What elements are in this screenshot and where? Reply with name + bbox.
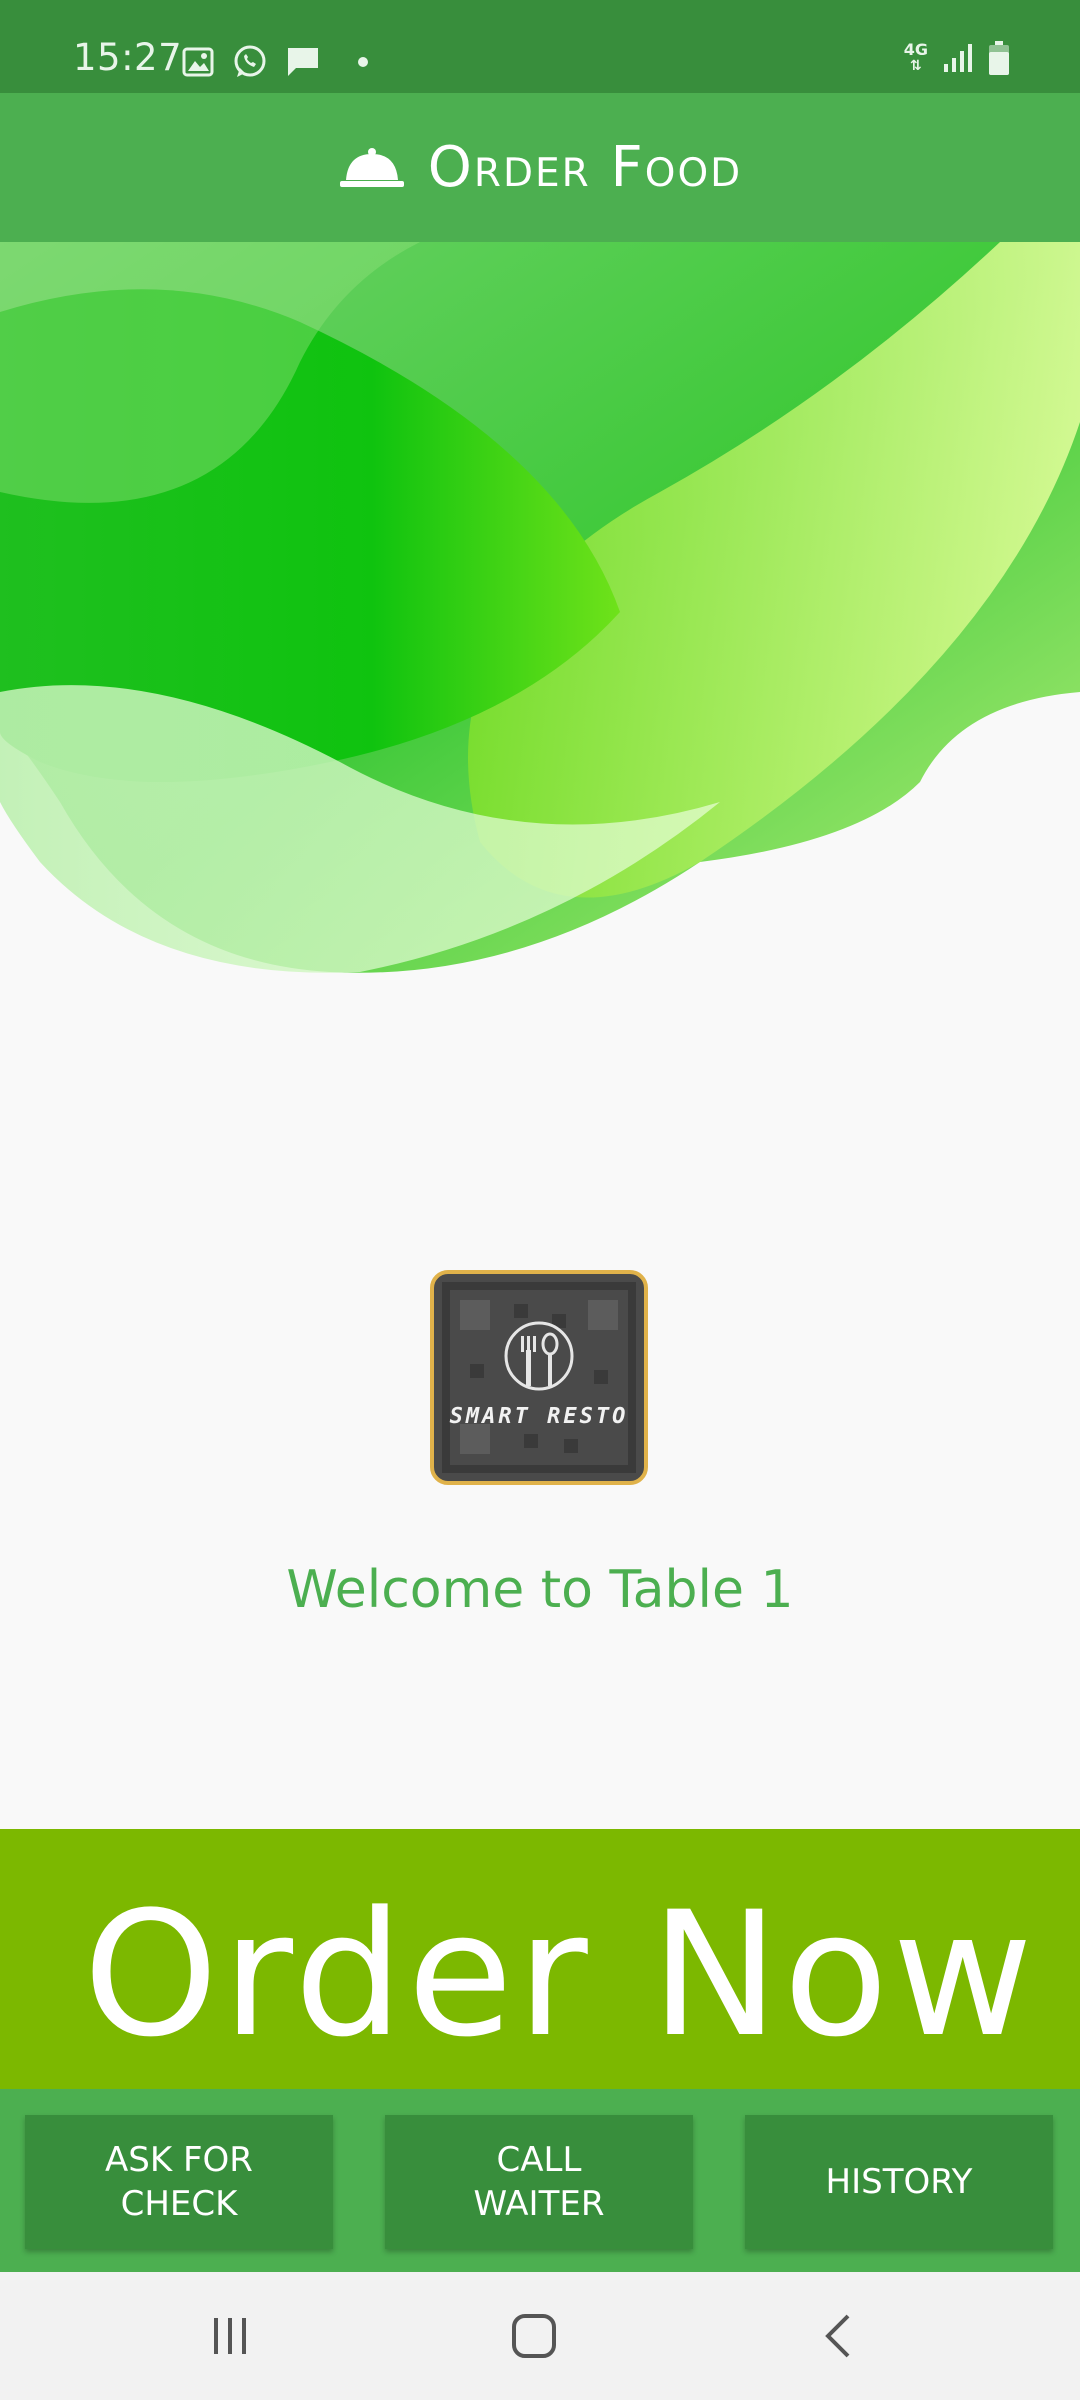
whatsapp-icon — [234, 45, 266, 77]
cloche-icon — [339, 147, 404, 187]
qr-pattern — [442, 1282, 636, 1473]
dot-icon — [358, 57, 368, 67]
system-icons: 4G ⇅ — [904, 40, 1010, 76]
hero-graphic — [0, 242, 1080, 982]
back-icon[interactable] — [820, 2312, 856, 2360]
recent-apps-icon[interactable] — [210, 2314, 254, 2358]
bottom-action-bar: ASK FOR CHECK CALL WAITER HISTORY — [0, 2089, 1080, 2272]
status-time: 15:27 — [73, 36, 183, 79]
call-waiter-label: CALL WAITER — [473, 2140, 605, 2224]
logo-text: SMART RESTO — [449, 1404, 629, 1429]
history-button[interactable]: HISTORY — [745, 2115, 1053, 2249]
history-label: HISTORY — [825, 2162, 973, 2202]
image-icon — [182, 47, 214, 77]
welcome-message: Welcome to Table 1 — [286, 1560, 794, 1620]
signal-icon — [944, 44, 972, 72]
app-title: Order Food — [427, 135, 743, 200]
ask-for-check-label: ASK FOR CHECK — [105, 2140, 253, 2224]
smart-resto-logo: SMART RESTO — [430, 1270, 648, 1485]
order-now-button[interactable]: Order Now — [0, 1829, 1080, 2089]
battery-icon — [989, 41, 1009, 75]
call-waiter-button[interactable]: CALL WAITER — [385, 2115, 693, 2249]
network-type: 4G ⇅ — [903, 40, 928, 75]
home-icon[interactable] — [510, 2312, 558, 2360]
order-now-label: Order Now — [82, 1873, 1038, 2075]
system-nav-bar — [0, 2272, 1080, 2400]
message-icon — [288, 48, 318, 76]
notification-icons — [182, 44, 370, 80]
status-bar: 15:27 4G ⇅ — [0, 0, 1080, 93]
ask-for-check-button[interactable]: ASK FOR CHECK — [25, 2115, 333, 2249]
app-bar: Order Food — [0, 93, 1080, 242]
